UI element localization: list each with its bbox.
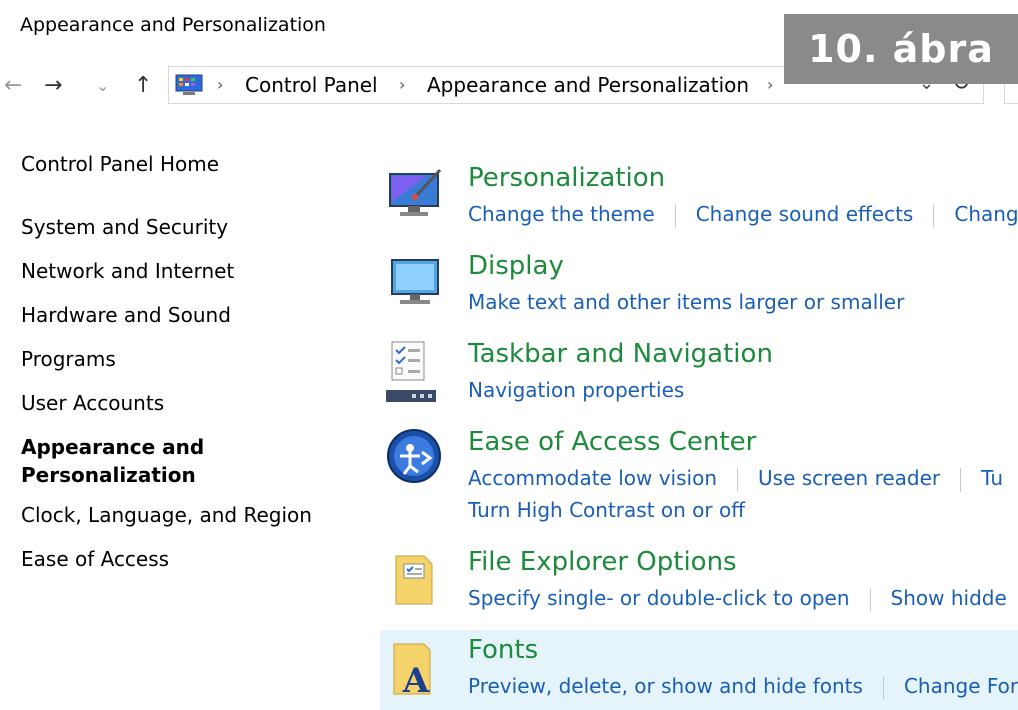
sidebar-item-ease-of-access[interactable]: Ease of Access (21, 545, 169, 573)
category-file-explorer-options: File Explorer Options Specify single- or… (380, 544, 1018, 624)
category-display: Display Make text and other items larger… (380, 248, 1018, 328)
category-title[interactable]: Ease of Access Center (468, 426, 756, 458)
link-show-hidden-truncated[interactable]: Show hidde (891, 586, 1007, 610)
forward-button[interactable]: → (44, 74, 62, 98)
link-text-size[interactable]: Make text and other items larger or smal… (468, 290, 904, 314)
recent-locations-button[interactable]: ⌄ (96, 74, 109, 98)
category-title[interactable]: Taskbar and Navigation (468, 338, 773, 370)
sidebar-item-clock-region[interactable]: Clock, Language, and Region (21, 501, 312, 529)
category-personalization: Personalization Change the theme Change s… (380, 160, 1018, 240)
link-divider (882, 675, 884, 700)
personalization-icon[interactable] (386, 166, 444, 222)
category-title[interactable]: Display (468, 250, 564, 282)
sidebar-item-programs[interactable]: Programs (21, 345, 116, 373)
breadcrumb-control-panel[interactable]: Control Panel (245, 73, 378, 97)
link-single-double-click[interactable]: Specify single- or double-click to open (468, 586, 850, 610)
up-button[interactable]: ↑ (134, 74, 152, 98)
control-panel-icon (175, 74, 203, 95)
sidebar-item-appearance: Appearance and Personalization (21, 435, 205, 487)
taskbar-icon[interactable] (386, 340, 444, 404)
link-high-contrast[interactable]: Turn High Contrast on or off (468, 498, 745, 522)
link-low-vision[interactable]: Accommodate low vision (468, 466, 717, 490)
link-divider (960, 467, 962, 492)
link-divider (737, 467, 739, 492)
sidebar-item-user-accounts[interactable]: User Accounts (21, 389, 164, 417)
fonts-icon[interactable]: A (386, 638, 444, 700)
link-preview-fonts[interactable]: Preview, delete, or show and hide fonts (468, 674, 863, 698)
breadcrumb-separator: › (399, 75, 406, 94)
back-button[interactable]: ← (4, 74, 22, 98)
display-icon[interactable] (386, 254, 444, 310)
link-change-truncated[interactable]: Chang (954, 202, 1018, 226)
figure-label-badge: 10. ábra (784, 14, 1018, 84)
link-truncated[interactable]: Tu (981, 466, 1003, 490)
sidebar-item-network[interactable]: Network and Internet (21, 257, 234, 285)
link-divider (674, 203, 676, 228)
svg-text:A: A (402, 661, 430, 700)
sidebar-item-system-security[interactable]: System and Security (21, 213, 228, 241)
folder-options-icon[interactable] (386, 550, 444, 610)
category-title[interactable]: Personalization (468, 162, 665, 194)
window-title: Appearance and Personalization (20, 14, 326, 36)
category-title[interactable]: File Explorer Options (468, 546, 737, 578)
link-change-sound-effects[interactable]: Change sound effects (696, 202, 914, 226)
sidebar-item-home[interactable]: Control Panel Home (21, 150, 219, 178)
ease-of-access-icon[interactable] (386, 428, 444, 486)
category-fonts[interactable]: A Fonts Preview, delete, or show and hid… (380, 630, 1018, 710)
link-divider (933, 203, 935, 228)
breadcrumb-separator: › (767, 75, 774, 94)
link-change-theme[interactable]: Change the theme (468, 202, 655, 226)
link-divider (869, 587, 871, 612)
category-taskbar: Taskbar and Navigation Navigation proper… (380, 336, 1018, 416)
breadcrumb-separator: › (217, 75, 224, 94)
link-navigation-properties[interactable]: Navigation properties (468, 378, 684, 402)
category-title[interactable]: Fonts (468, 634, 538, 666)
category-ease-of-access: Ease of Access Center Accommodate low vi… (380, 424, 1018, 534)
breadcrumb-appearance[interactable]: Appearance and Personalization (427, 73, 749, 97)
link-change-font-truncated[interactable]: Change For (904, 674, 1018, 698)
sidebar-item-hardware[interactable]: Hardware and Sound (21, 301, 231, 329)
link-screen-reader[interactable]: Use screen reader (758, 466, 940, 490)
